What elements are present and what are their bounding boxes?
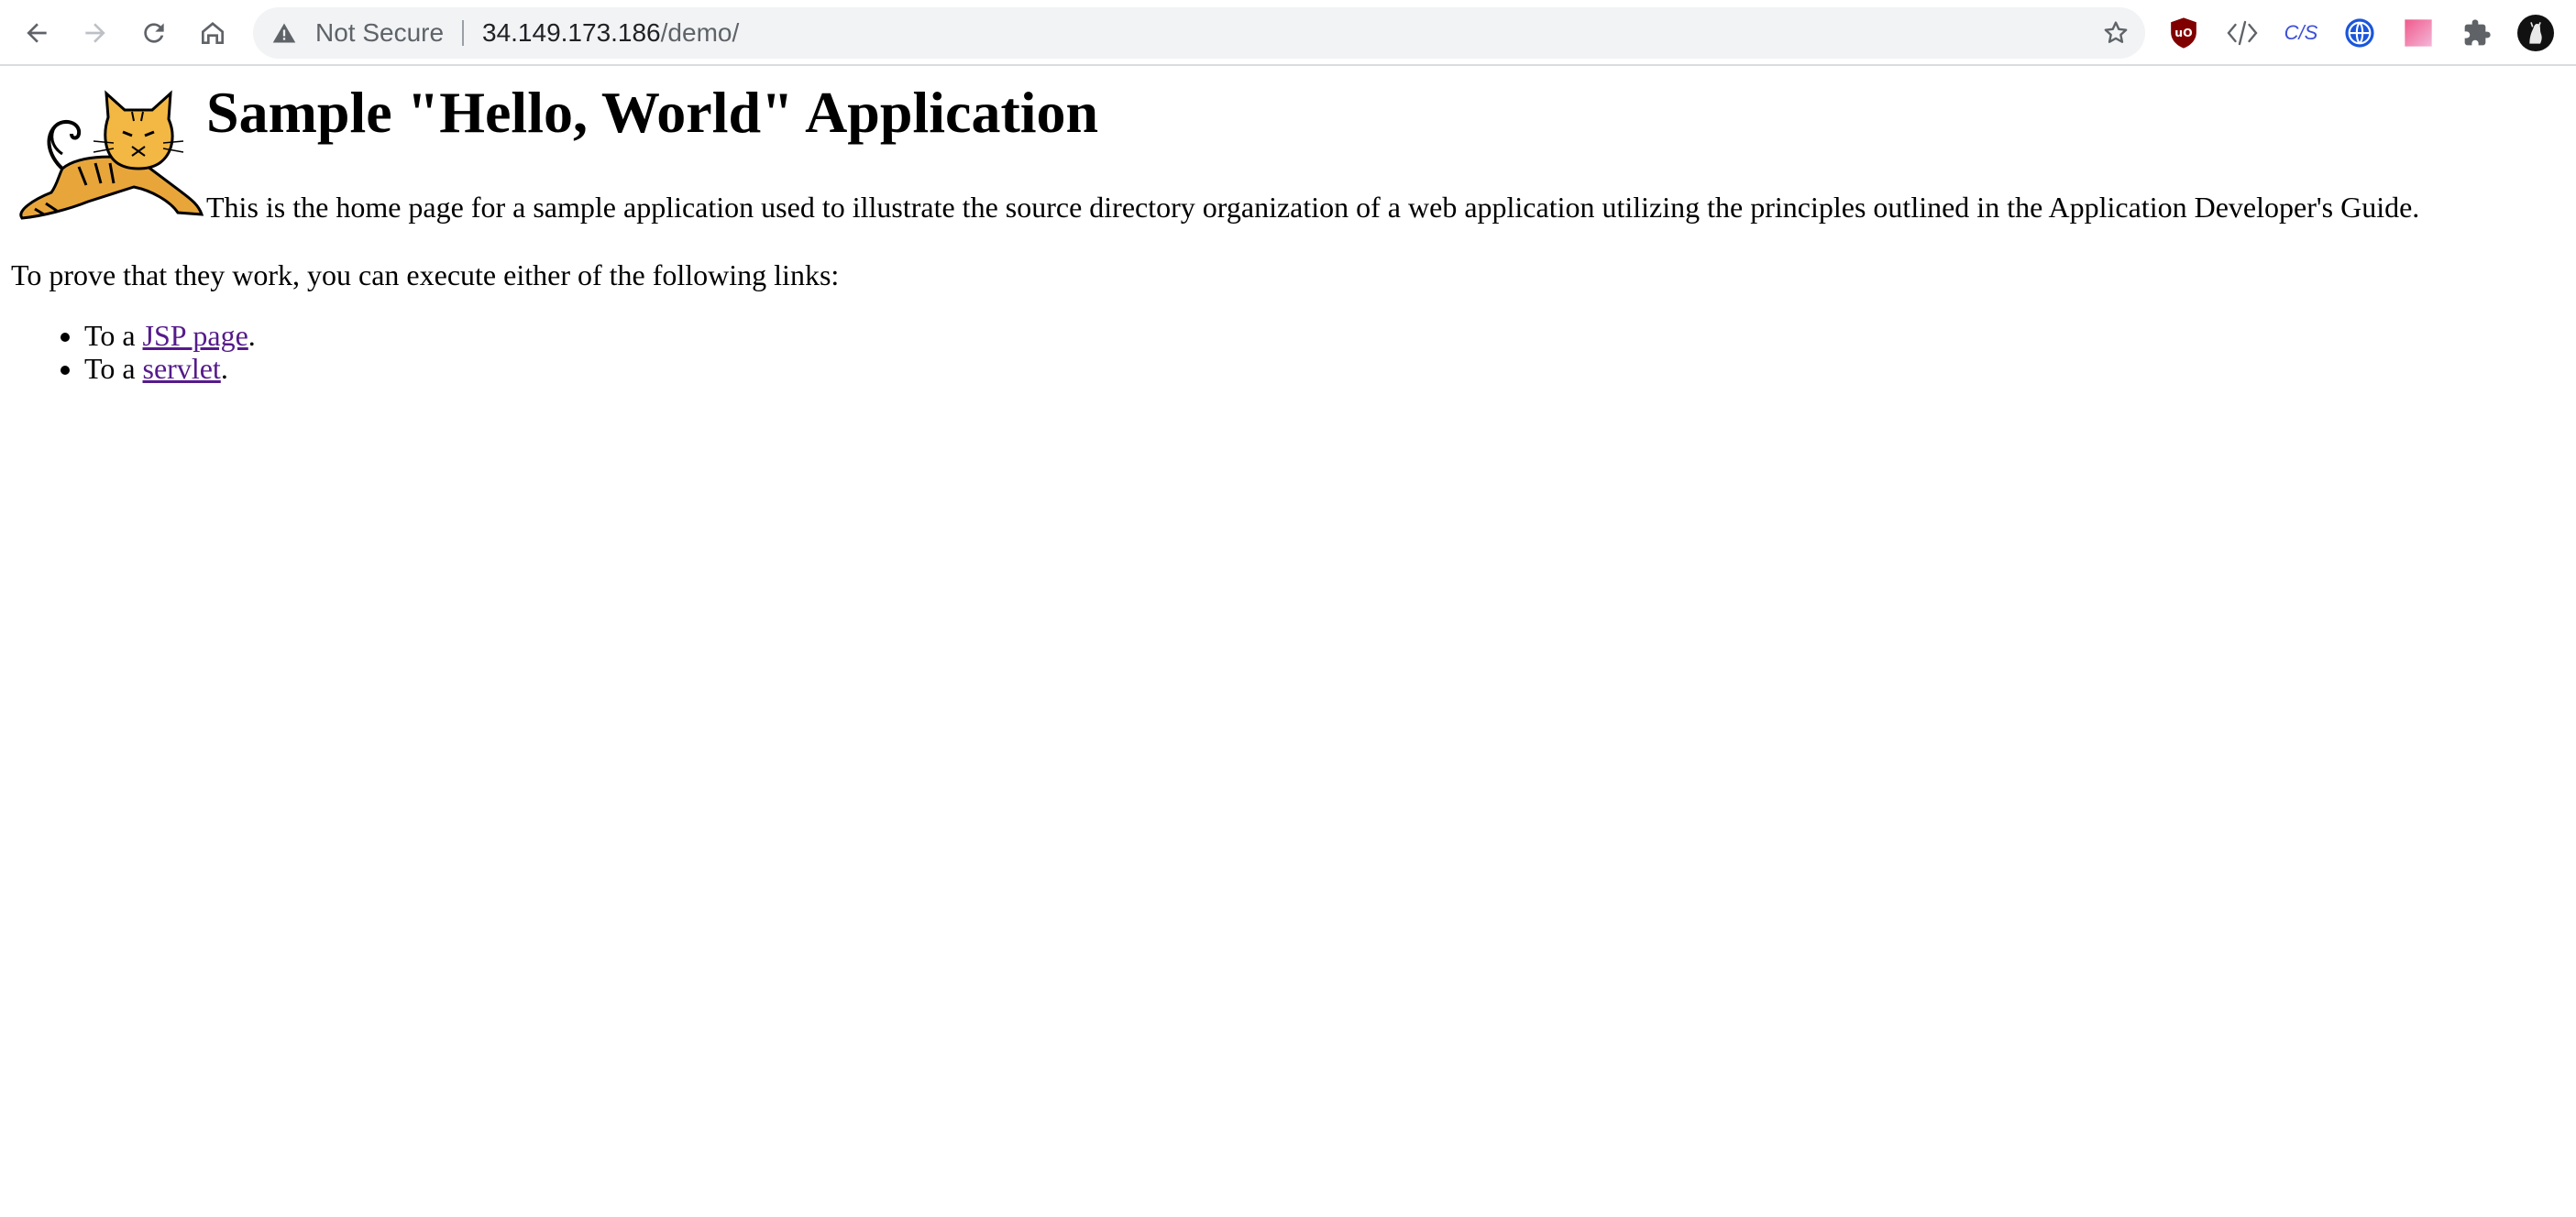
- prove-paragraph: To prove that they work, you can execute…: [11, 258, 840, 291]
- puzzle-icon: [2464, 19, 2491, 46]
- code-extension-button[interactable]: [2224, 15, 2261, 51]
- code-brackets-icon: [2227, 20, 2258, 46]
- css-js-extension-button[interactable]: C/S: [2283, 15, 2319, 51]
- home-button[interactable]: [193, 13, 233, 53]
- intro-paragraph: This is the home page for a sample appli…: [206, 191, 2420, 224]
- warning-icon: [272, 23, 296, 43]
- list-item: To a JSP page.: [84, 319, 256, 352]
- url-text[interactable]: 34.149.173.186/demo/: [482, 7, 739, 59]
- back-arrow-icon: [27, 23, 47, 43]
- page-title: Sample "Hello, World" Application: [206, 80, 1099, 145]
- page-header: Sample "Hello, World" Application This i…: [11, 80, 2559, 229]
- gradient-extension-button[interactable]: [2400, 15, 2437, 51]
- globe-extension-button[interactable]: [2341, 15, 2378, 51]
- link-prefix: To a: [84, 352, 143, 385]
- css-js-icon: C/S: [2284, 21, 2318, 44]
- list-item: To a servlet.: [84, 352, 256, 385]
- omnibox-divider: [462, 20, 464, 46]
- link-suffix: .: [248, 319, 256, 352]
- svg-text:uO: uO: [2174, 26, 2192, 39]
- url-host: 34.149.173.186: [482, 18, 661, 47]
- extensions-menu-button[interactable]: [2459, 15, 2495, 51]
- security-label[interactable]: Not Secure: [315, 7, 444, 59]
- page-content: Sample "Hello, World" Application This i…: [11, 80, 2559, 385]
- jsp-page-link[interactable]: JSP page: [143, 319, 248, 352]
- forward-button[interactable]: [75, 13, 116, 53]
- reload-button[interactable]: [134, 13, 174, 53]
- url-path: /demo/: [660, 18, 740, 47]
- reload-icon: [144, 23, 164, 43]
- bookmark-star-icon[interactable]: [2101, 18, 2130, 48]
- address-bar[interactable]: Not Secure 34.149.173.186/demo/: [253, 7, 2145, 59]
- globe-icon: [2345, 18, 2374, 48]
- tomcat-logo-icon: [19, 90, 204, 220]
- browser-toolbar: Not Secure 34.149.173.186/demo/ uO C/S: [0, 0, 2576, 66]
- back-button[interactable]: [17, 13, 57, 53]
- ublock-icon: uO: [2171, 17, 2196, 49]
- profile-avatar-icon: [2517, 15, 2554, 51]
- servlet-link[interactable]: servlet: [143, 352, 221, 385]
- home-icon: [202, 22, 224, 44]
- link-prefix: To a: [84, 319, 143, 352]
- links-list: To a JSP page. To a servlet.: [11, 319, 256, 385]
- ublock-extension-button[interactable]: uO: [2165, 15, 2202, 51]
- gradient-square-icon: [2405, 19, 2432, 47]
- profile-button[interactable]: [2517, 15, 2554, 51]
- link-suffix: .: [220, 352, 228, 385]
- forward-arrow-icon: [85, 23, 105, 43]
